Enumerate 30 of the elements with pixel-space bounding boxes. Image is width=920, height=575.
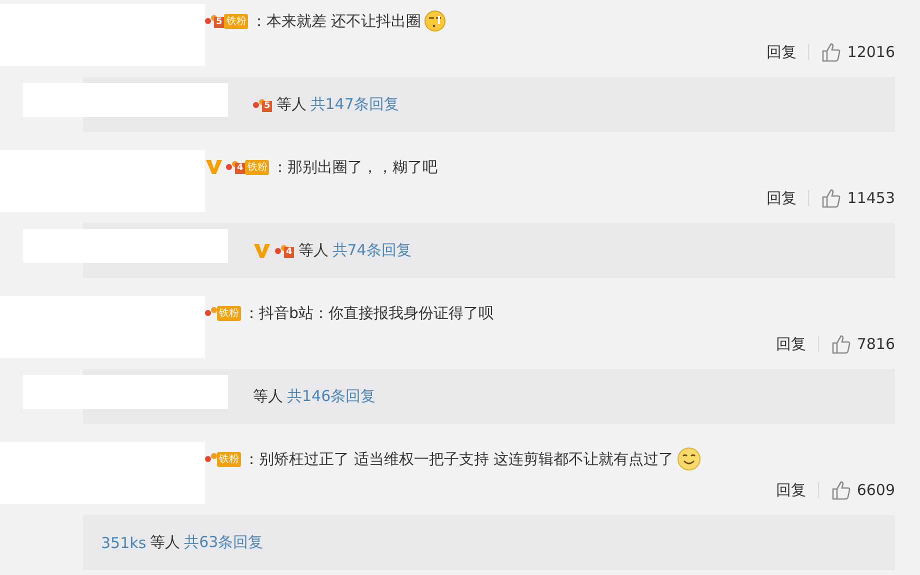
- comment-text: ：别矫枉过正了 适当维权一把子支持 这连剪辑都不让就有点过了: [244, 450, 674, 468]
- comment-text: ：本来就差 还不让抖出圈: [251, 12, 422, 30]
- reply-users-text: 等人: [253, 387, 283, 406]
- fan-badge: 铁粉: [217, 306, 241, 320]
- crown-badge: 4: [226, 160, 246, 174]
- reply-users-text: 等人: [298, 241, 328, 260]
- crown-badge: 5: [205, 14, 224, 28]
- thumbs-up-icon: [821, 42, 842, 62]
- comment-text: ：那别出圈了，，糊了吧: [272, 158, 438, 176]
- reply-link[interactable]: 回复: [776, 334, 806, 354]
- thumbs-up-icon: [830, 334, 851, 354]
- emoji-icon: [676, 447, 701, 471]
- reply-link[interactable]: 回复: [766, 188, 796, 208]
- reply-users-text: 等人: [276, 95, 306, 114]
- reply-link[interactable]: 回复: [766, 42, 796, 62]
- comment-text: ：抖音b站：你直接报我身份证得了呗: [244, 304, 494, 322]
- crown-badge: 4: [275, 244, 294, 258]
- fan-badge: 铁粉: [245, 160, 270, 174]
- reply-link[interactable]: 回复: [776, 480, 806, 500]
- thumbs-up-icon: [821, 188, 842, 208]
- like-button[interactable]: 6609: [830, 480, 895, 500]
- thumbs-up-icon: [830, 480, 851, 500]
- fan-badge: 铁粉: [224, 14, 248, 28]
- crown-badge: 5: [253, 98, 272, 112]
- like-button[interactable]: 11453: [821, 188, 895, 208]
- reply-users-text: 等人: [150, 533, 180, 552]
- like-button[interactable]: 7816: [830, 334, 895, 354]
- fan-badge: 铁粉: [217, 452, 241, 466]
- emoji-icon: [424, 10, 446, 32]
- like-button[interactable]: 12016: [821, 42, 895, 62]
